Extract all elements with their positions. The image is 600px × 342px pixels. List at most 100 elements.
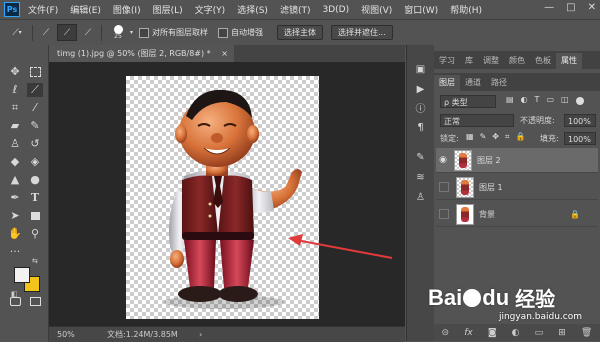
layer-row-layer1[interactable]: 图层 1 <box>436 175 598 200</box>
layer-row-background[interactable]: 背景 🔒 <box>436 202 598 227</box>
hand-tool[interactable]: ✋ <box>7 227 23 241</box>
smart-object-filter-icon[interactable]: ◫ <box>561 95 569 105</box>
lock-all-icon[interactable]: 🔒 <box>515 132 525 142</box>
subtract-from-selection-button[interactable]: ⟋ <box>79 25 97 40</box>
visibility-toggle[interactable] <box>439 182 449 192</box>
swap-colors-icon[interactable]: ⇆ <box>32 257 38 265</box>
pen-tool[interactable]: ✒ <box>7 191 23 205</box>
lock-position-icon[interactable]: ✥ <box>492 132 499 142</box>
brushes-icon[interactable]: ≋ <box>413 171 428 185</box>
eye-icon[interactable]: ◉ <box>436 155 450 165</box>
maximize-button[interactable]: □ <box>566 2 575 13</box>
auto-enhance-checkbox[interactable] <box>218 27 229 38</box>
minimize-button[interactable]: — <box>544 2 554 13</box>
menu-3d[interactable]: 3D(D) <box>322 5 349 15</box>
layer-row-layer2[interactable]: ◉ 图层 2 <box>436 148 598 173</box>
adjustment-filter-icon[interactable]: ◐ <box>521 95 528 105</box>
menu-filter[interactable]: 滤镜(T) <box>280 3 311 16</box>
play-icon[interactable]: ▶ <box>413 83 428 97</box>
layer-style-icon[interactable]: fx <box>464 328 473 338</box>
rectangle-tool[interactable] <box>27 209 43 223</box>
menu-view[interactable]: 视图(V) <box>361 3 392 16</box>
menu-layer[interactable]: 图层(L) <box>153 3 183 16</box>
opacity-field[interactable]: 100% <box>564 114 596 127</box>
tab-channels[interactable]: 通道 <box>460 75 486 91</box>
tab-color[interactable]: 颜色 <box>504 53 530 69</box>
pixel-filter-icon[interactable]: ▤ <box>506 95 514 105</box>
dodge-tool[interactable]: ● <box>27 173 43 187</box>
lock-transparent-icon[interactable]: ▦ <box>466 132 474 142</box>
blend-mode-select[interactable]: 正常 <box>440 114 514 127</box>
history-icon[interactable]: ▣ <box>413 63 428 77</box>
crop-tool[interactable]: ⌗ <box>7 101 23 115</box>
close-window-button[interactable]: ✕ <box>588 2 596 13</box>
path-selection-tool[interactable]: ➤ <box>7 209 23 223</box>
zoom-level[interactable]: 50% <box>57 327 75 342</box>
new-selection-button[interactable]: ⟋ <box>37 25 55 40</box>
move-tool[interactable]: ✥ <box>7 65 23 79</box>
marquee-tool[interactable] <box>27 65 43 79</box>
brush-size-picker[interactable]: 25 <box>106 25 130 40</box>
brush-settings-icon[interactable]: ✎ <box>413 151 428 165</box>
filter-toggle-icon[interactable] <box>575 97 584 105</box>
tab-libraries[interactable]: 库 <box>460 53 478 69</box>
lock-image-icon[interactable]: ✎ <box>480 132 487 142</box>
info-icon[interactable]: ⓘ <box>413 103 428 117</box>
clone-source-icon[interactable]: ♙ <box>413 191 428 205</box>
add-mask-icon[interactable]: ◙ <box>488 328 497 338</box>
add-to-selection-button[interactable]: ⟋ <box>57 24 77 41</box>
visibility-toggle[interactable] <box>439 209 449 219</box>
delete-layer-icon[interactable]: 🗑 <box>581 328 592 338</box>
lasso-tool[interactable]: ℓ <box>7 83 23 97</box>
clone-stamp-tool[interactable]: ♙ <box>7 137 23 151</box>
rectangle-icon <box>30 212 40 220</box>
new-group-icon[interactable]: ▭ <box>535 328 544 338</box>
menu-select[interactable]: 选择(S) <box>237 3 268 16</box>
type-filter-icon[interactable]: T <box>535 95 540 105</box>
quick-selection-tool[interactable]: ⟋ <box>27 83 43 97</box>
adjustment-layer-icon[interactable]: ◐ <box>512 328 520 338</box>
tab-adjustments[interactable]: 调整 <box>478 53 504 69</box>
shape-filter-icon[interactable]: ▭ <box>546 95 554 105</box>
link-layers-icon[interactable]: ⊝ <box>442 328 450 338</box>
layer-thumbnail <box>456 203 474 225</box>
paragraph-icon[interactable]: ¶ <box>413 121 428 135</box>
sample-all-layers-checkbox[interactable] <box>139 27 150 38</box>
tab-layers[interactable]: 图层 <box>434 75 460 91</box>
layer-filter-select[interactable]: ρ 类型 <box>440 95 496 108</box>
close-tab-icon[interactable]: × <box>221 49 228 58</box>
menu-edit[interactable]: 编辑(E) <box>70 3 101 16</box>
new-layer-icon[interactable]: ⊞ <box>558 328 566 338</box>
status-menu-arrow[interactable]: › <box>199 327 202 342</box>
type-tool[interactable]: T <box>27 191 43 205</box>
tab-properties[interactable]: 属性 <box>556 53 582 69</box>
fill-field[interactable]: 100% <box>564 132 596 145</box>
foreground-color-swatch[interactable] <box>14 267 30 283</box>
menu-type[interactable]: 文字(Y) <box>195 3 226 16</box>
lock-artboard-icon[interactable]: ⌗ <box>505 132 510 142</box>
paint-bucket-tool[interactable]: ◈ <box>27 155 43 169</box>
menu-image[interactable]: 图像(I) <box>113 3 141 16</box>
tab-swatches[interactable]: 色板 <box>530 53 556 69</box>
menu-file[interactable]: 文件(F) <box>28 3 58 16</box>
healing-brush-tool[interactable]: ▰ <box>7 119 23 133</box>
tool-preset-picker[interactable]: ⟋ ▾ <box>6 25 28 40</box>
history-brush-tool[interactable]: ↺ <box>27 137 43 151</box>
quick-mask-button[interactable] <box>7 294 23 308</box>
edit-toolbar-button[interactable]: ··· <box>7 245 23 259</box>
menu-window[interactable]: 窗口(W) <box>404 3 438 16</box>
tab-learn[interactable]: 学习 <box>434 53 460 69</box>
eraser-tool[interactable]: ◆ <box>7 155 23 169</box>
document-tab[interactable]: timg (1).jpg @ 50% (图层 2, RGB/8#) * × <box>49 45 234 62</box>
canvas-area[interactable] <box>49 62 405 326</box>
menu-help[interactable]: 帮助(H) <box>450 3 482 16</box>
screen-mode-button[interactable] <box>27 294 43 308</box>
brush-tool[interactable]: ✎ <box>27 119 43 133</box>
tab-paths[interactable]: 路径 <box>486 75 512 91</box>
select-subject-button[interactable]: 选择主体 <box>277 25 324 40</box>
document-size: 文档:1.24M/3.85M <box>107 330 178 339</box>
zoom-tool[interactable]: ⚲ <box>27 227 43 241</box>
blur-tool[interactable]: ▲ <box>7 173 23 187</box>
eyedropper-tool[interactable]: ⁄ <box>27 101 43 115</box>
select-and-mask-button[interactable]: 选择并遮住... <box>331 25 393 40</box>
